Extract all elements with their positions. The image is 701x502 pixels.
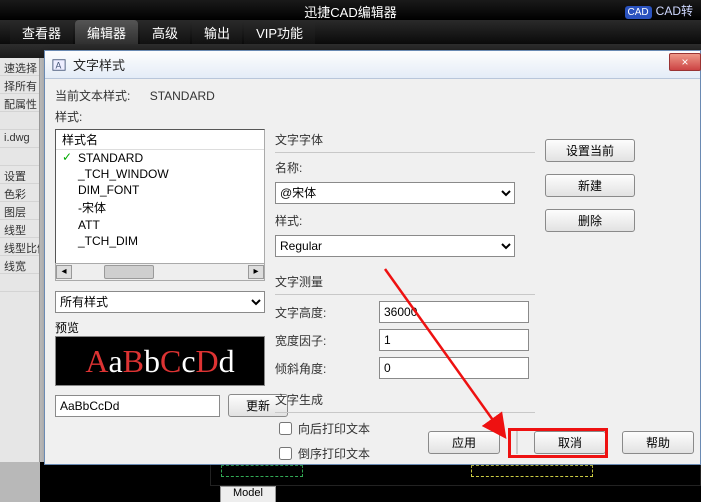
- print-backward-checkbox[interactable]: [279, 422, 292, 435]
- app-titlebar: 迅捷CAD编辑器 CAD CAD转: [0, 0, 701, 20]
- oblique-label: 倾斜角度:: [275, 360, 339, 377]
- app-title: 迅捷CAD编辑器: [304, 2, 396, 21]
- side-item[interactable]: i.dwg: [0, 130, 39, 148]
- scroll-right-icon[interactable]: ▸: [248, 265, 264, 279]
- font-name-select[interactable]: @宋体: [275, 182, 515, 204]
- side-item[interactable]: 线型比例: [0, 238, 39, 256]
- style-list-header: 样式名: [56, 130, 264, 150]
- ribbon-tabs: 查看器 编辑器 高级 输出 VIP功能: [0, 20, 701, 44]
- print-backward-label: 向后打印文本: [298, 420, 370, 437]
- delete-button[interactable]: 删除: [545, 209, 635, 232]
- side-item[interactable]: [0, 274, 39, 292]
- preview-sample: AaBbCcDd: [85, 343, 234, 380]
- name-label: 名称:: [275, 159, 339, 176]
- right-buttons: 设置当前 新建 删除: [545, 139, 635, 232]
- side-item[interactable]: [0, 112, 39, 130]
- bottom-buttons: 应用 取消 帮助: [428, 430, 694, 454]
- apply-button[interactable]: 应用: [428, 431, 500, 454]
- side-item[interactable]: 色彩: [0, 184, 39, 202]
- side-item[interactable]: 设置: [0, 166, 39, 184]
- style-item[interactable]: DIM_FONT: [56, 182, 264, 198]
- tab-viewer[interactable]: 查看器: [10, 20, 73, 44]
- text-style-icon: A: [51, 57, 67, 73]
- style-label: 样式:: [275, 212, 339, 229]
- scroll-left-icon[interactable]: ◂: [56, 265, 72, 279]
- text-style-dialog: A 文字样式 × 当前文本样式: STANDARD 样式: 样式名 STANDA…: [44, 50, 701, 465]
- preview-label: 预览: [55, 319, 265, 336]
- width-factor-label: 宽度因子:: [275, 332, 339, 349]
- svg-text:A: A: [56, 60, 62, 70]
- height-label: 文字高度:: [275, 304, 339, 321]
- font-group-label: 文字字体: [275, 131, 535, 148]
- styles-label: 样式:: [55, 108, 690, 125]
- set-current-button[interactable]: 设置当前: [545, 139, 635, 162]
- separator: [516, 430, 518, 454]
- side-item[interactable]: 速选择: [0, 58, 39, 76]
- app-right-area: CAD CAD转: [625, 2, 693, 19]
- preview-box: AaBbCcDd: [55, 336, 265, 386]
- style-item[interactable]: -宋体: [56, 198, 264, 217]
- side-item[interactable]: 线型: [0, 220, 39, 238]
- preview-input[interactable]: [55, 395, 220, 417]
- style-item[interactable]: ATT: [56, 217, 264, 233]
- height-input[interactable]: [379, 301, 529, 323]
- app-right-text[interactable]: CAD转: [656, 4, 693, 18]
- current-style-row: 当前文本样式: STANDARD: [55, 87, 690, 104]
- current-style-value: STANDARD: [150, 89, 215, 103]
- hscrollbar[interactable]: ◂ ▸: [55, 263, 265, 281]
- tab-vip[interactable]: VIP功能: [244, 20, 315, 44]
- dialog-title: 文字样式: [73, 55, 125, 74]
- font-style-select[interactable]: Regular: [275, 235, 515, 257]
- gen-group-label: 文字生成: [275, 391, 535, 408]
- close-button[interactable]: ×: [669, 53, 701, 71]
- print-upside-checkbox[interactable]: [279, 447, 292, 460]
- style-item[interactable]: STANDARD: [56, 150, 264, 166]
- side-item[interactable]: 配属性: [0, 94, 39, 112]
- style-list[interactable]: 样式名 STANDARD _TCH_WINDOW DIM_FONT -宋体 AT…: [55, 129, 265, 264]
- width-factor-input[interactable]: [379, 329, 529, 351]
- current-style-label: 当前文本样式:: [55, 89, 130, 103]
- middle-column: 文字字体 名称: @宋体 样式: Regular 文字测量 文字高度: 宽度因子…: [275, 129, 535, 469]
- side-panel: 速选择 择所有 配属性 i.dwg 设置 色彩 图层 线型 线型比例 线宽: [0, 58, 40, 462]
- oblique-input[interactable]: [379, 357, 529, 379]
- style-item[interactable]: _TCH_DIM: [56, 233, 264, 249]
- side-item[interactable]: 择所有: [0, 76, 39, 94]
- tab-output[interactable]: 输出: [192, 20, 242, 44]
- style-filter-select[interactable]: 所有样式: [55, 291, 265, 313]
- side-item[interactable]: 图层: [0, 202, 39, 220]
- dialog-body: 当前文本样式: STANDARD 样式: 样式名 STANDARD _TCH_W…: [45, 79, 700, 464]
- side-item[interactable]: 线宽: [0, 256, 39, 274]
- measure-group-label: 文字测量: [275, 273, 535, 290]
- tab-editor[interactable]: 编辑器: [75, 20, 138, 44]
- model-tab[interactable]: Model: [220, 486, 276, 502]
- style-item[interactable]: _TCH_WINDOW: [56, 166, 264, 182]
- print-upside-label: 倒序打印文本: [298, 445, 370, 462]
- scroll-thumb[interactable]: [104, 265, 154, 279]
- left-column: 样式名 STANDARD _TCH_WINDOW DIM_FONT -宋体 AT…: [55, 129, 265, 417]
- cancel-button[interactable]: 取消: [534, 431, 606, 454]
- dialog-titlebar[interactable]: A 文字样式 ×: [45, 51, 700, 79]
- help-button[interactable]: 帮助: [622, 431, 694, 454]
- side-item[interactable]: [0, 148, 39, 166]
- cad-badge-icon: CAD: [625, 6, 652, 19]
- tab-advanced[interactable]: 高级: [140, 20, 190, 44]
- new-button[interactable]: 新建: [545, 174, 635, 197]
